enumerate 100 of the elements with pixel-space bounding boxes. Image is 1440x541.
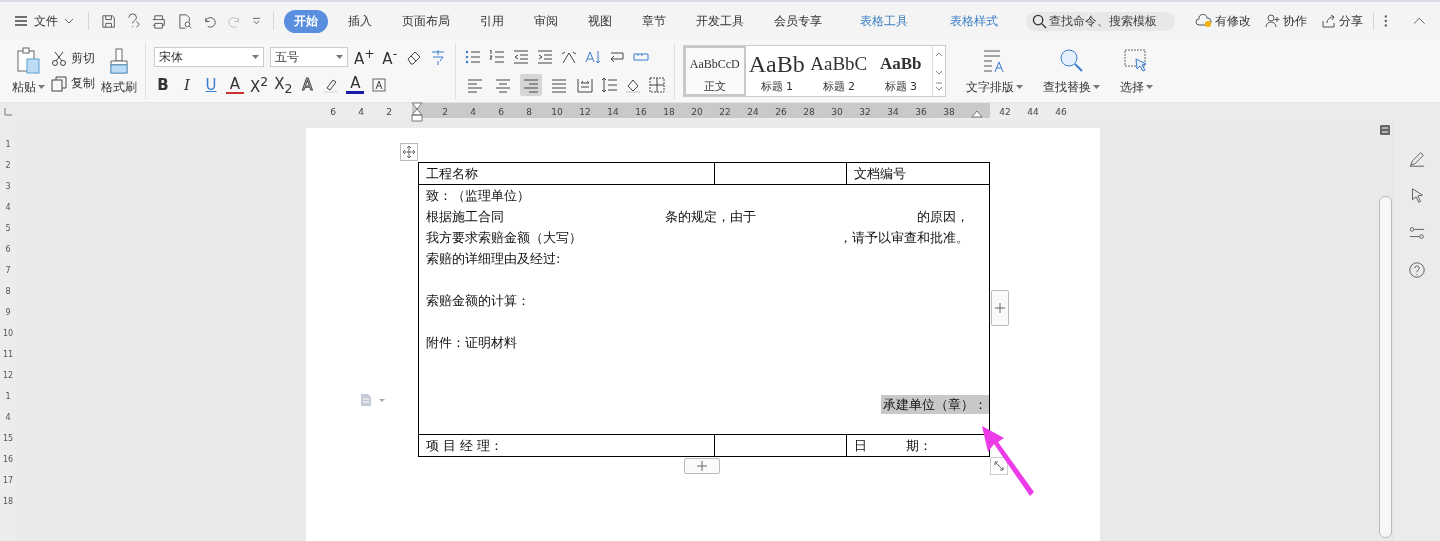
ribbon-tab[interactable]: 表格样式: [939, 9, 1008, 33]
ruler-number: 15: [2, 433, 14, 445]
action-button[interactable]: 协作: [1264, 12, 1307, 30]
print-icon[interactable]: [151, 12, 167, 30]
caret-icon: [1092, 85, 1100, 89]
font-size-button[interactable]: A$^{-}$: [380, 46, 399, 68]
table-text: 根据施工合同: [426, 208, 504, 226]
caret-icon: [336, 55, 343, 59]
char-border-icon[interactable]: [370, 76, 389, 94]
ruler-number: 20: [690, 106, 704, 117]
scrollbar-thumb[interactable]: [1378, 196, 1392, 538]
table-text: 索赔的详细理由及经过:: [426, 250, 561, 268]
format-painter-button[interactable]: 格式刷: [101, 46, 137, 96]
numbered-list-icon[interactable]: [487, 48, 506, 66]
ruler-number: 22: [718, 106, 732, 117]
page-nav-icon[interactable]: [1379, 124, 1391, 136]
ribbon-tab[interactable]: 视图: [577, 9, 622, 33]
format-button[interactable]: B: [154, 76, 172, 94]
ruler-number: 32: [858, 106, 872, 117]
collapse-icon[interactable]: [1413, 17, 1426, 25]
ribbon-tab[interactable]: 章节: [631, 9, 676, 33]
ruler-number: 42: [998, 106, 1012, 117]
plus-icon: [697, 461, 707, 471]
style-preset[interactable]: AaBb 标题 1: [745, 46, 808, 96]
ribbon-tab[interactable]: 页面布局: [391, 9, 460, 33]
paste-button[interactable]: 粘贴: [12, 46, 45, 96]
caret-icon: [252, 55, 259, 59]
ribbon-tab[interactable]: 引用: [469, 9, 514, 33]
resize-handle-icon[interactable]: [990, 457, 1008, 475]
font-size-button[interactable]: A$^{+}$: [354, 46, 375, 68]
ruler-number: 5: [5, 223, 11, 235]
font-color-button[interactable]: A: [346, 76, 365, 94]
align-button[interactable]: [519, 74, 542, 96]
tool-button[interactable]: 文字排版: [965, 46, 1023, 96]
ruler-number: 10: [550, 106, 564, 117]
ruler-number: 4: [469, 106, 477, 117]
ribbon-tab[interactable]: 审阅: [523, 9, 568, 33]
style-preset[interactable]: AaBb 标题 3: [869, 46, 932, 96]
copy-button[interactable]: 复制: [51, 75, 95, 92]
format-button[interactable]: I: [178, 76, 196, 94]
cut-button[interactable]: 剪切: [51, 50, 95, 67]
ruler-number: 30: [830, 106, 844, 117]
distribute-icon[interactable]: [575, 76, 594, 94]
pen-icon[interactable]: [1408, 150, 1426, 168]
cloud-icon: [1194, 14, 1212, 28]
table-text: 致：（监理单位）: [426, 187, 530, 205]
outdent-icon[interactable]: [511, 48, 530, 66]
table-text: 条的规定，由于: [665, 208, 756, 226]
preview-icon[interactable]: [176, 12, 192, 30]
file-menu[interactable]: 文件: [10, 12, 78, 30]
indent-marker-icon[interactable]: [411, 101, 423, 122]
move-handle-icon[interactable]: [400, 143, 418, 161]
bullet-list-icon[interactable]: [463, 48, 482, 66]
save-icon[interactable]: [100, 12, 117, 30]
ruler-number: 44: [1026, 106, 1040, 117]
line-spacing-icon[interactable]: [599, 76, 618, 94]
help-icon[interactable]: [1408, 261, 1426, 279]
sliders-icon[interactable]: [1408, 224, 1426, 242]
format-button[interactable]: U: [202, 76, 220, 94]
ruler-number: 4: [5, 202, 11, 214]
add-row-button[interactable]: [684, 458, 720, 474]
ruler-number: 6: [497, 106, 505, 117]
action-button[interactable]: 有修改: [1194, 12, 1251, 30]
share-icon: [1320, 14, 1336, 28]
borders-icon[interactable]: [647, 76, 666, 94]
ribbon-tab[interactable]: 会员专享: [763, 9, 832, 33]
font-select[interactable]: 宋体: [154, 47, 264, 67]
add-column-button[interactable]: [991, 290, 1009, 326]
ruler-number: 4: [5, 412, 11, 424]
ribbon-tab[interactable]: 开发工具: [685, 9, 754, 33]
action-button[interactable]: 分享: [1320, 12, 1363, 30]
ribbon-tab[interactable]: 插入: [337, 9, 382, 33]
ruler-number: 4: [357, 106, 365, 117]
ribbon-tab[interactable]: 表格工具: [849, 9, 918, 33]
format-button[interactable]: X$^{2}$: [250, 74, 269, 96]
dropdown-icon[interactable]: [252, 17, 262, 25]
ruler-number: 2: [441, 106, 449, 117]
style-preset[interactable]: AaBbCcD 正文: [683, 46, 746, 96]
format-button[interactable]: A: [298, 76, 317, 94]
format-button[interactable]: X$_{2}$: [274, 74, 293, 96]
search-field[interactable]: 查找命令、搜索模板: [1025, 11, 1175, 31]
format-button[interactable]: A: [226, 76, 244, 94]
chevron-icon: [64, 18, 74, 24]
table-text: 附件：证明材料: [426, 334, 517, 352]
size-select[interactable]: 五号: [270, 47, 348, 67]
ruler-number: 16: [2, 454, 14, 466]
ruler-number: 12: [578, 106, 592, 117]
tool-button[interactable]: 查找替换: [1042, 46, 1100, 96]
sort-icon[interactable]: [583, 48, 602, 66]
ruler-number: 17: [2, 475, 14, 487]
ruler-number: 26: [774, 106, 788, 117]
table-cell-text: 文档编号: [853, 165, 907, 183]
more-icon[interactable]: [1383, 14, 1388, 28]
tool-button[interactable]: 选择: [1119, 46, 1153, 96]
ruler-number: 38: [942, 106, 956, 117]
style-preset[interactable]: AaBbC 标题 2: [807, 46, 870, 96]
ruler-number: 28: [802, 106, 816, 117]
indent-icon[interactable]: [535, 48, 554, 66]
table-text: ，请予以审查和批准。: [839, 229, 969, 247]
ruler-number: 34: [886, 106, 900, 117]
